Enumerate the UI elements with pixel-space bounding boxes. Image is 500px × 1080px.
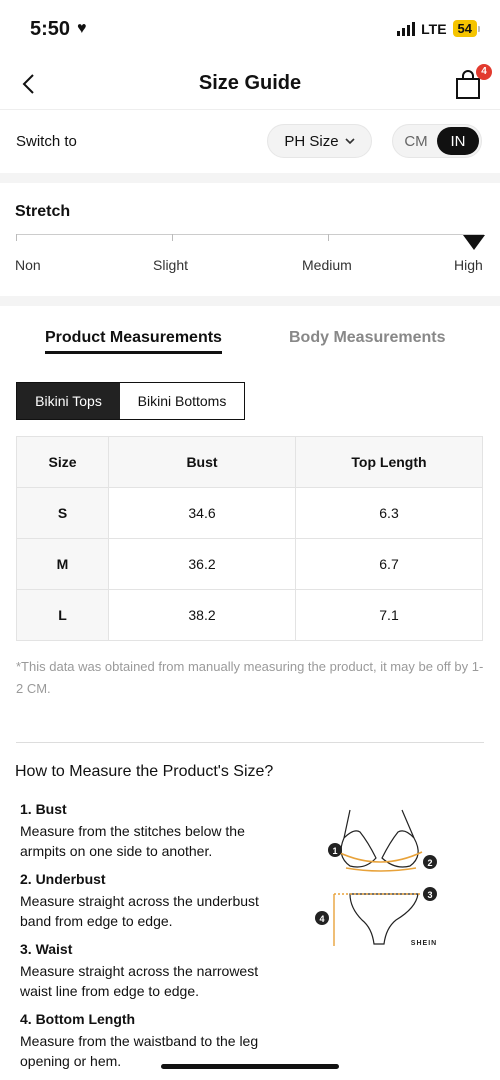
stretch-level-medium: Medium xyxy=(302,257,352,273)
svg-text:2: 2 xyxy=(427,858,432,868)
svg-text:4: 4 xyxy=(319,914,324,924)
heart-icon: ♥ xyxy=(77,20,87,37)
network-label: LTE xyxy=(421,20,447,37)
marker-2: 2 xyxy=(423,855,437,869)
size-system-dropdown[interactable]: PH Size xyxy=(267,124,372,158)
marker-1: 1 xyxy=(328,843,342,857)
instruction-title: 4. Bottom Length xyxy=(20,1011,136,1027)
battery-icon: 54 xyxy=(452,20,480,37)
chevron-down-icon xyxy=(345,138,355,145)
stretch-tick xyxy=(172,234,173,241)
unit-toggle[interactable]: CM IN xyxy=(392,124,482,158)
table-row: M 36.2 6.7 xyxy=(16,538,483,590)
signal-icon xyxy=(397,21,416,36)
stretch-title: Stretch xyxy=(15,203,71,220)
unit-option-cm[interactable]: CM xyxy=(395,127,437,155)
stretch-level-slight: Slight xyxy=(153,257,189,273)
instruction-title: 1. Bust xyxy=(20,801,67,817)
measurement-note: *This data was obtained from manually me… xyxy=(16,659,484,696)
top-length-cell: 6.3 xyxy=(295,487,483,539)
size-cell: L xyxy=(16,589,109,641)
status-time: 5:50 xyxy=(30,18,71,40)
nav-header: Size Guide 4 xyxy=(0,58,500,110)
size-cell: S xyxy=(16,487,109,539)
measurement-table: Size Bust Top Length S 34.6 6.3 M 36.2 6… xyxy=(16,436,483,641)
bust-cell: 38.2 xyxy=(108,589,296,641)
list-item: 1. Bust Measure from the stitches below … xyxy=(20,801,290,861)
category-segment: Bikini Tops Bikini Bottoms xyxy=(16,382,245,420)
segment-bikini-tops[interactable]: Bikini Tops xyxy=(17,383,120,419)
segment-bikini-bottoms[interactable]: Bikini Bottoms xyxy=(120,383,244,419)
section-divider xyxy=(0,173,500,183)
stretch-tick xyxy=(16,234,17,241)
column-header-bust: Bust xyxy=(108,436,296,488)
switch-label: Switch to xyxy=(16,133,77,150)
top-length-cell: 6.7 xyxy=(295,538,483,590)
page-title: Size Guide xyxy=(198,72,302,94)
status-indicators: LTE 54 xyxy=(397,20,480,37)
home-indicator[interactable] xyxy=(161,1064,339,1069)
battery-level: 54 xyxy=(452,20,477,37)
list-item: 3. Waist Measure straight across the nar… xyxy=(20,941,290,1001)
column-header-size: Size xyxy=(16,436,109,488)
unit-option-in[interactable]: IN xyxy=(437,127,479,155)
instruction-desc: Measure from the stitches below the armp… xyxy=(20,823,245,859)
stretch-level-high: High xyxy=(454,257,483,273)
how-to-title: How to Measure the Product's Size? xyxy=(15,763,274,780)
marker-4: 4 xyxy=(315,911,329,925)
stretch-tick xyxy=(328,234,329,241)
stretch-level-non: Non xyxy=(15,257,41,273)
status-bar: 5:50 ♥ LTE 54 xyxy=(0,0,500,58)
table-row: S 34.6 6.3 xyxy=(16,487,483,539)
brand-logo: SHEIN xyxy=(411,940,437,947)
size-system-value: PH Size xyxy=(284,132,339,150)
bust-cell: 34.6 xyxy=(108,487,296,539)
bikini-measurement-diagram: 1 2 3 4 SHEIN xyxy=(310,808,450,953)
instruction-desc: Measure straight across the underbust ba… xyxy=(20,893,259,929)
table-header-row: Size Bust Top Length xyxy=(16,436,483,488)
size-cell: M xyxy=(16,538,109,590)
measurement-tabs: Product Measurements Body Measurements xyxy=(0,306,500,366)
svg-text:1: 1 xyxy=(332,846,337,856)
bust-cell: 36.2 xyxy=(108,538,296,590)
size-switch-row: Switch to PH Size CM IN xyxy=(0,111,500,173)
top-length-cell: 7.1 xyxy=(295,589,483,641)
section-divider xyxy=(16,742,484,743)
stretch-scale xyxy=(16,234,484,235)
marker-3: 3 xyxy=(423,887,437,901)
table-row: L 38.2 7.1 xyxy=(16,589,483,641)
tab-product-measurements[interactable]: Product Measurements xyxy=(45,329,222,354)
instruction-title: 2. Underbust xyxy=(20,871,106,887)
shopping-bag-icon[interactable]: 4 xyxy=(450,64,492,102)
tab-body-measurements[interactable]: Body Measurements xyxy=(289,329,446,347)
column-header-top-length: Top Length xyxy=(295,436,483,488)
instruction-title: 3. Waist xyxy=(20,941,73,957)
list-item: 4. Bottom Length Measure from the waistb… xyxy=(20,1011,290,1071)
section-divider xyxy=(0,296,500,306)
stretch-marker-icon xyxy=(463,235,485,250)
bag-count-badge: 4 xyxy=(476,64,492,80)
list-item: 2. Underbust Measure straight across the… xyxy=(20,871,290,931)
stretch-section: Stretch Non Slight Medium High xyxy=(0,183,500,296)
instruction-desc: Measure straight across the narrowest wa… xyxy=(20,963,259,999)
measure-instructions: 1. Bust Measure from the stitches below … xyxy=(20,801,290,1080)
svg-text:3: 3 xyxy=(427,890,432,900)
